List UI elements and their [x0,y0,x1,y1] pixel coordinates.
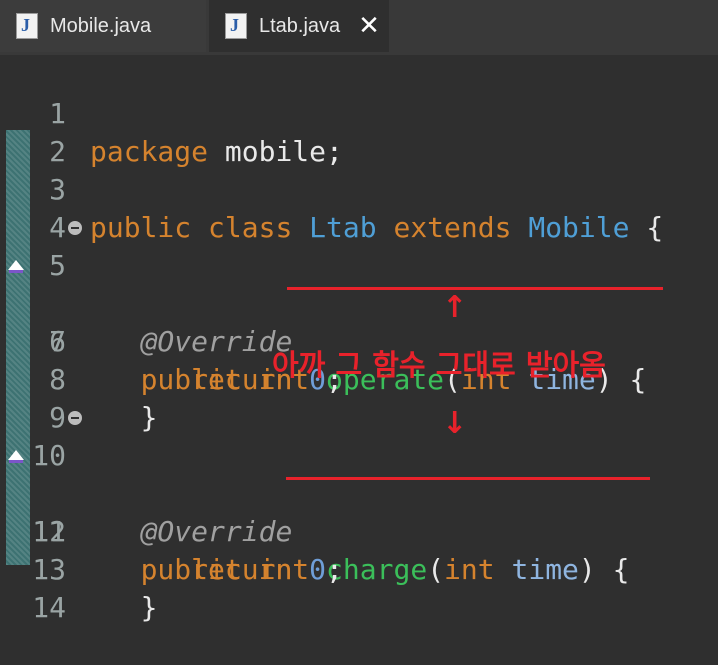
editor-tab-bar: J Mobile.java J Ltab.java ✕ [0,0,718,55]
close-icon[interactable]: ✕ [358,13,380,39]
code-line: 14 [0,551,718,624]
code-line: 4 [0,171,718,244]
java-file-icon: J [16,13,38,39]
fold-collapse-icon[interactable] [68,411,82,425]
code-line: 5 @Override [0,209,718,358]
code-line: 7 return 0; [0,285,718,396]
code-line: 2 [0,95,718,168]
fold-collapse-icon[interactable] [68,221,82,235]
java-file-icon: J [225,13,247,39]
code-line: 1 package mobile; [0,57,718,168]
override-marker-icon[interactable] [8,450,24,463]
line-number: 14 [32,591,66,624]
code-line: 3 public class Ltab extends Mobile { [0,133,718,244]
code-line: 10 @Override [0,399,718,548]
code-text: } [140,591,158,624]
code-line: 11 public int charge(int time) { [0,437,718,586]
tab-label: Ltab.java [259,14,341,37]
annotation-underline [286,477,650,480]
code-line: 12 return 0; [0,475,718,586]
code-line: 6 public int operate(int time) { [0,247,718,396]
annotation-arrow-down: ↓ [442,406,468,441]
code-line: 13 } [0,513,718,624]
tab-label: Mobile.java [50,14,152,37]
tab-mobile-java[interactable]: J Mobile.java [0,0,206,52]
code-editor[interactable]: 1 package mobile; 2 3 public class Ltab … [0,55,718,624]
override-marker-icon[interactable] [8,260,24,273]
tab-ltab-java[interactable]: J Ltab.java ✕ [209,0,389,52]
annotation-arrow-up: ↑ [442,290,468,325]
annotation-underline [287,287,663,290]
annotation-text: 아까 그 함수 그대로 받아옴 [272,348,606,382]
